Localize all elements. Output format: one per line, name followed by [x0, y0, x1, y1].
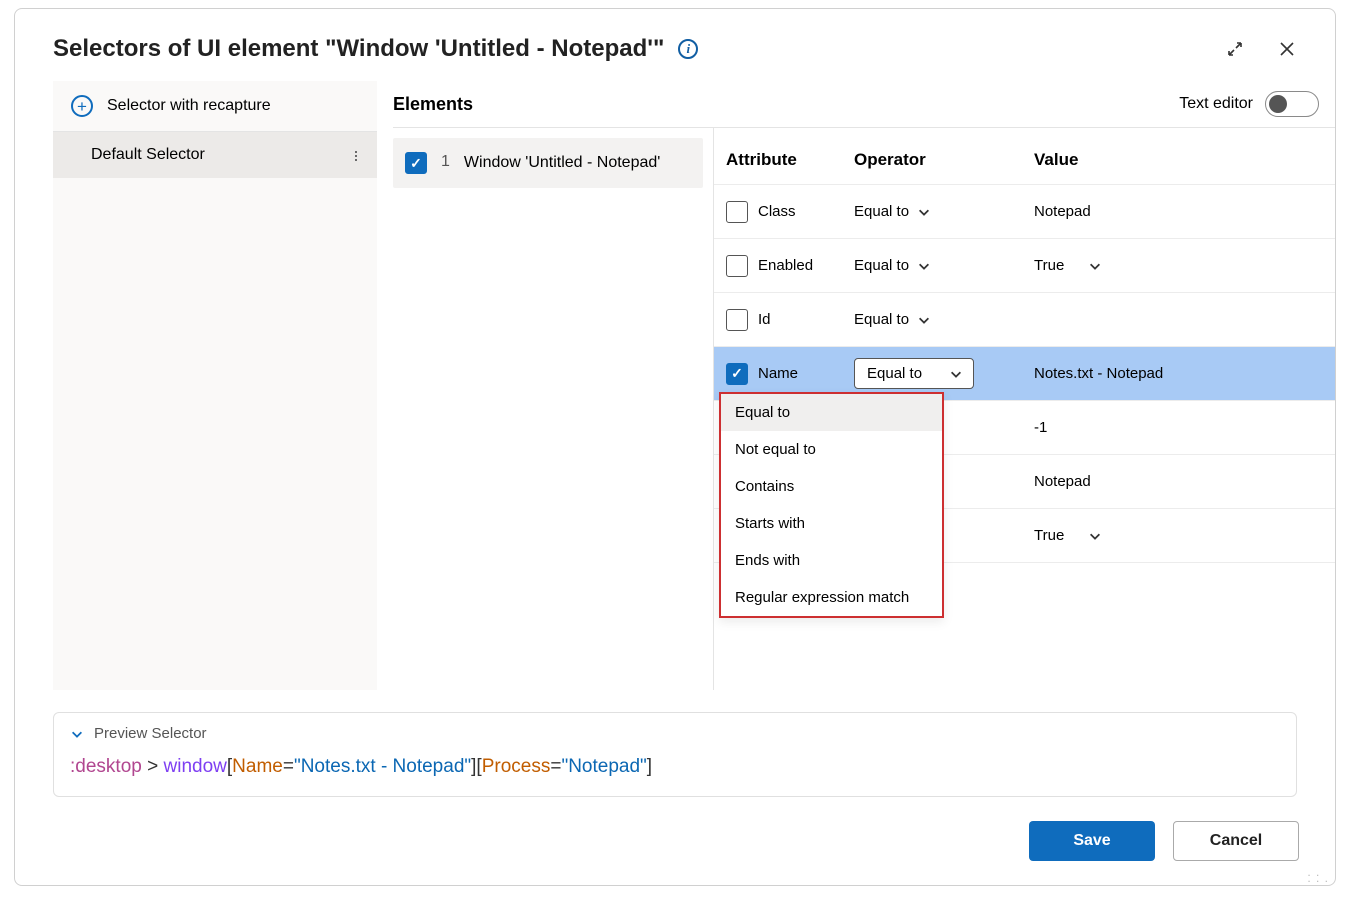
attribute-value: Notepad [1034, 473, 1091, 490]
dialog-title: Selectors of UI element "Window 'Untitle… [53, 35, 664, 63]
attribute-value: Notes.txt - Notepad [1034, 365, 1163, 382]
chevron-down-icon [70, 727, 84, 741]
operator-option[interactable]: Equal to [721, 394, 942, 431]
attribute-checkbox[interactable] [726, 309, 748, 331]
preview-toggle[interactable]: Preview Selector [70, 725, 1280, 742]
recapture-label: Selector with recapture [107, 97, 271, 115]
selector-item-label: Default Selector [91, 146, 205, 164]
dialog-window: Selectors of UI element "Window 'Untitle… [14, 8, 1336, 886]
operator-dropdown[interactable]: Equal to [854, 311, 1034, 328]
attribute-row[interactable]: Enabled Equal toTrue [714, 239, 1335, 293]
attribute-name: Enabled [758, 257, 813, 274]
chevron-down-icon [949, 367, 963, 381]
plus-icon: + [71, 95, 93, 117]
attribute-value: True [1034, 527, 1064, 544]
save-button[interactable]: Save [1029, 821, 1155, 861]
cancel-button[interactable]: Cancel [1173, 821, 1299, 861]
attribute-name: Id [758, 311, 771, 328]
attribute-checkbox[interactable] [726, 255, 748, 277]
header-attribute: Attribute [714, 150, 854, 170]
operator-option[interactable]: Regular expression match [721, 579, 942, 616]
info-icon[interactable]: i [678, 39, 698, 59]
element-item[interactable]: 1 Window 'Untitled - Notepad' [393, 138, 703, 188]
header-operator: Operator [854, 150, 1034, 170]
header-value: Value [1034, 150, 1335, 170]
more-icon[interactable]: ··· [353, 149, 365, 161]
attribute-value: True [1034, 257, 1064, 274]
close-icon[interactable] [1271, 33, 1303, 65]
preview-selector-code: :desktop > window[Name="Notes.txt - Note… [70, 756, 1280, 778]
selector-with-recapture-button[interactable]: + Selector with recapture [53, 81, 377, 132]
attribute-name: Class [758, 203, 796, 220]
chevron-down-icon [917, 205, 931, 219]
chevron-down-icon[interactable] [1088, 529, 1102, 543]
operator-dropdown[interactable]: Equal to [854, 358, 974, 389]
operator-option[interactable]: Ends with [721, 542, 942, 579]
attribute-checkbox[interactable] [726, 363, 748, 385]
attribute-name: Name [758, 365, 798, 382]
operator-option[interactable]: Not equal to [721, 431, 942, 468]
attribute-value: -1 [1034, 419, 1047, 436]
resize-grip-icon[interactable]: . .. . . [1307, 869, 1329, 881]
preview-selector-panel: Preview Selector :desktop > window[Name=… [53, 712, 1297, 797]
element-label: Window 'Untitled - Notepad' [464, 152, 660, 174]
elements-heading: Elements [393, 94, 473, 115]
operator-option[interactable]: Starts with [721, 505, 942, 542]
operator-dropdown[interactable]: Equal to [854, 257, 1034, 274]
element-index: 1 [441, 153, 450, 171]
attribute-value: Notepad [1034, 203, 1091, 220]
chevron-down-icon [917, 259, 931, 273]
operator-dropdown[interactable]: Equal to [854, 203, 1034, 220]
title-bar: Selectors of UI element "Window 'Untitle… [15, 9, 1335, 81]
selectors-sidebar: + Selector with recapture Default Select… [53, 81, 377, 690]
attributes-table: Attribute Operator Value ClassEqual toNo… [713, 128, 1335, 690]
text-editor-toggle[interactable] [1265, 91, 1319, 117]
attribute-checkbox[interactable] [726, 201, 748, 223]
preview-label: Preview Selector [94, 725, 207, 742]
element-checkbox[interactable] [405, 152, 427, 174]
attribute-row[interactable]: Id Equal to [714, 293, 1335, 347]
expand-icon[interactable] [1219, 33, 1251, 65]
text-editor-label: Text editor [1179, 95, 1253, 113]
chevron-down-icon[interactable] [1088, 259, 1102, 273]
chevron-down-icon [917, 313, 931, 327]
operator-option[interactable]: Contains [721, 468, 942, 505]
attribute-row[interactable]: Class Equal toNotepad [714, 185, 1335, 239]
sidebar-item-default-selector[interactable]: Default Selector ··· [53, 132, 377, 178]
operator-dropdown-menu: Equal to Not equal to Contains Starts wi… [719, 392, 944, 618]
